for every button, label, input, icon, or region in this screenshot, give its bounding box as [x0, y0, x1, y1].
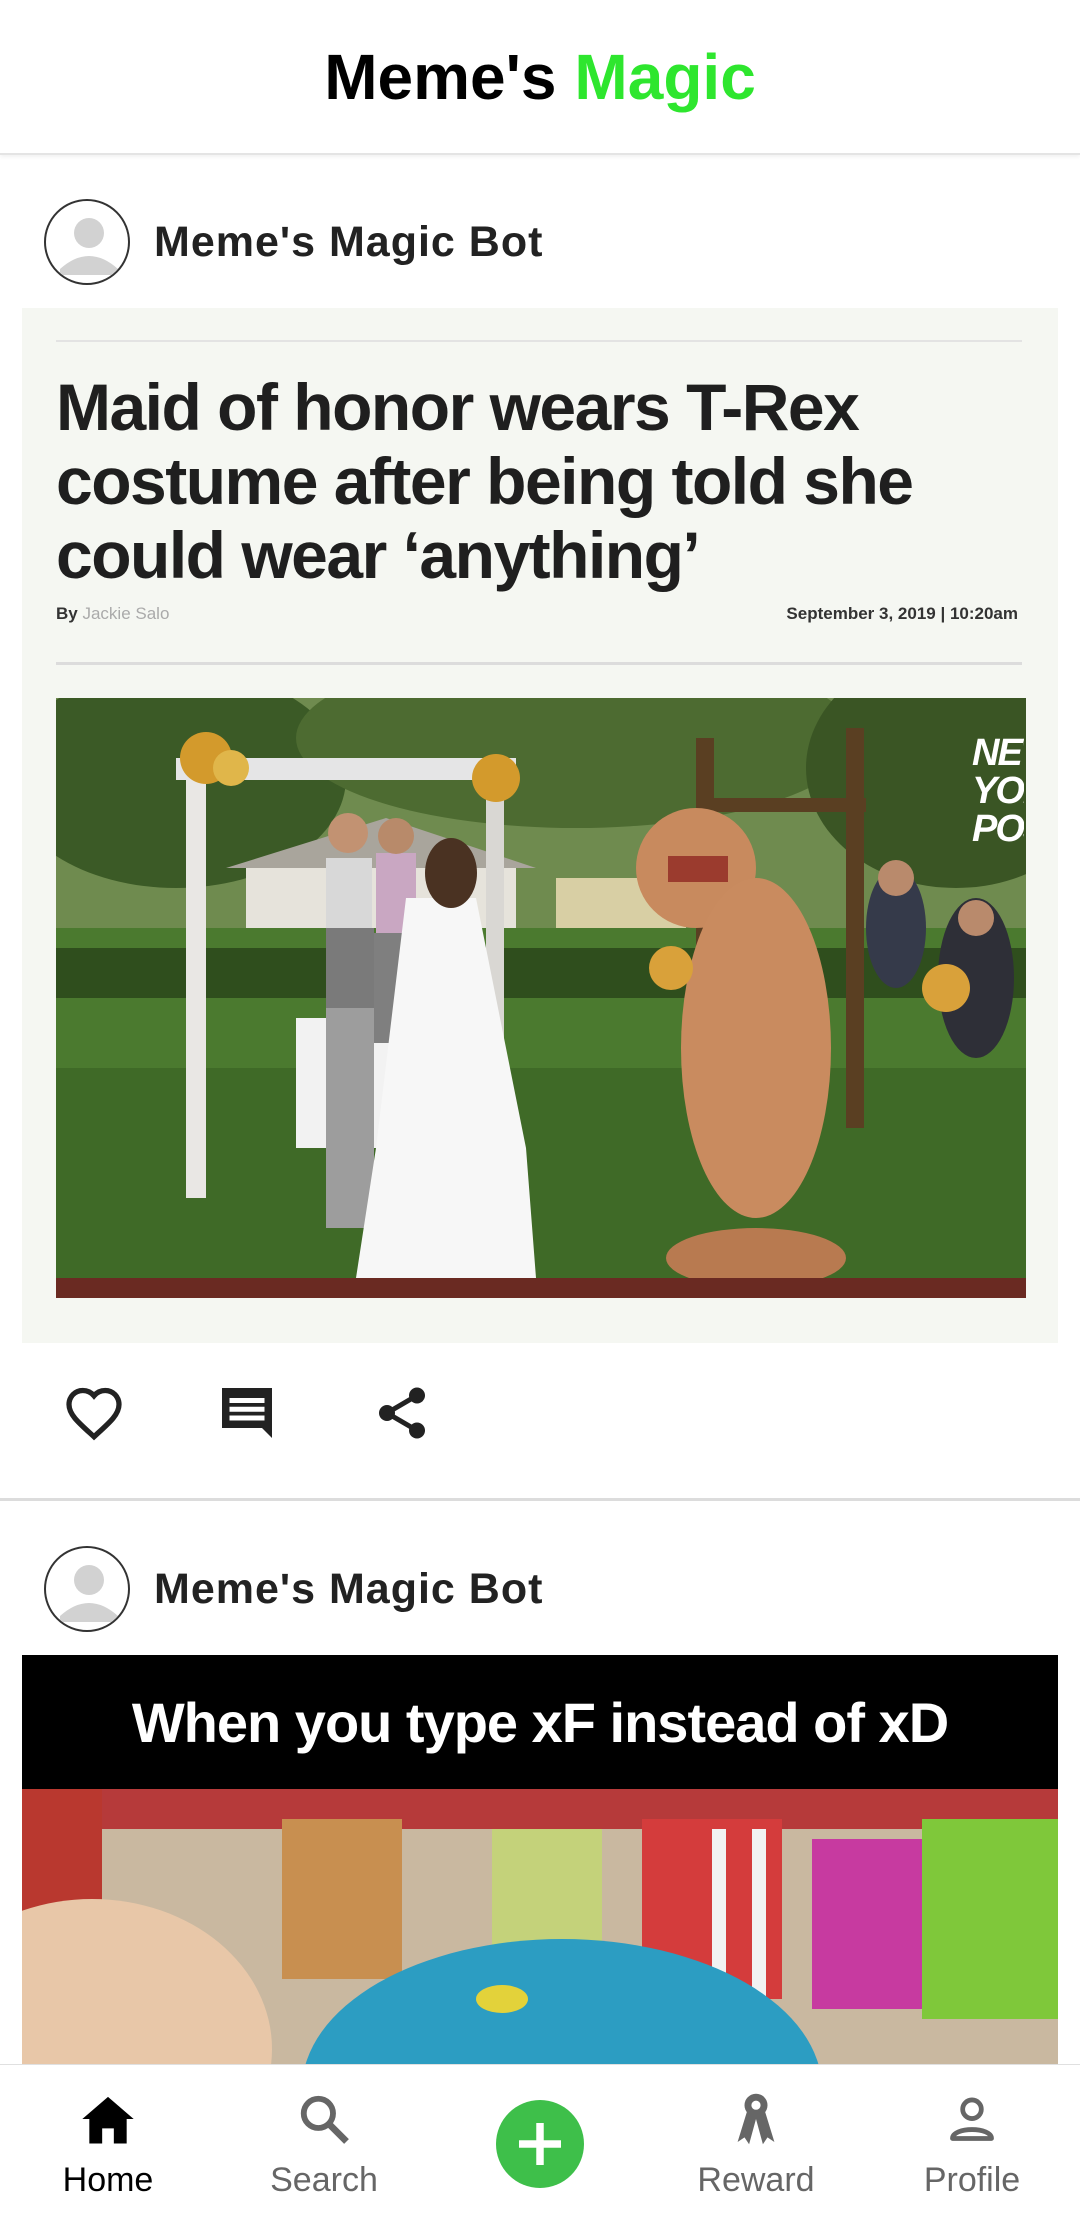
meme-photo-illustration — [22, 1789, 1058, 2064]
add-icon — [519, 2123, 561, 2165]
post-author: Meme's Magic Bot — [154, 217, 544, 266]
app-title-part1: Meme's — [324, 40, 557, 113]
nav-home[interactable]: Home — [8, 2065, 208, 2221]
post-actions — [0, 1373, 1080, 1473]
search-icon — [294, 2089, 354, 2149]
comment-button[interactable] — [207, 1373, 287, 1453]
article-photo: NEW YORK POST — [56, 698, 1026, 1298]
wedding-photo-illustration — [56, 698, 1026, 1298]
app-title-part2: Magic — [574, 40, 756, 113]
nav-search[interactable]: Search — [224, 2065, 424, 2221]
post-image[interactable]: When you type xF instead of xD — [22, 1655, 1058, 2064]
share-button[interactable] — [362, 1373, 442, 1453]
like-button[interactable] — [54, 1373, 134, 1453]
nav-home-label: Home — [62, 2161, 154, 2199]
post-card: Meme's Magic Bot When you type xF instea… — [0, 1501, 1080, 2064]
home-icon — [78, 2089, 138, 2149]
article-byline: By Jackie Salo — [56, 604, 170, 623]
comment-icon — [222, 1388, 272, 1438]
article-bottom-rule — [56, 662, 1022, 665]
meme-photo — [22, 1789, 1058, 2064]
profile-icon — [942, 2089, 1002, 2149]
article-top-rule — [56, 340, 1022, 342]
share-icon — [379, 1387, 425, 1439]
heart-outline-icon — [66, 1387, 122, 1441]
post-author: Meme's Magic Bot — [154, 1564, 544, 1613]
create-post-button[interactable] — [496, 2100, 584, 2188]
newspaper-watermark: NEW YORK POST — [972, 734, 1024, 850]
nav-profile[interactable]: Profile — [872, 2065, 1072, 2221]
avatar-placeholder-icon — [60, 1565, 118, 1622]
nav-search-label: Search — [270, 2161, 378, 2199]
nav-reward-label: Reward — [697, 2161, 815, 2199]
reward-icon — [726, 2089, 786, 2149]
nav-profile-label: Profile — [923, 2161, 1021, 2199]
nav-reward[interactable]: Reward — [656, 2065, 856, 2221]
avatar[interactable] — [44, 1546, 130, 1632]
avatar[interactable] — [44, 199, 130, 285]
post-card: Meme's Magic Bot Maid of honor wears T-R… — [0, 155, 1080, 1500]
post-image[interactable]: Maid of honor wears T-Rex costume after … — [22, 308, 1058, 1343]
post-header[interactable]: Meme's Magic Bot — [44, 197, 1044, 287]
app-header: Meme's Magic — [0, 0, 1080, 155]
avatar-placeholder-icon — [60, 218, 118, 275]
article-date: September 3, 2019 | 10:20am — [786, 604, 1018, 623]
article-headline: Maid of honor wears T-Rex costume after … — [56, 370, 914, 592]
post-header[interactable]: Meme's Magic Bot — [44, 1544, 1044, 1634]
meme-caption: When you type xF instead of xD — [131, 1690, 949, 1754]
